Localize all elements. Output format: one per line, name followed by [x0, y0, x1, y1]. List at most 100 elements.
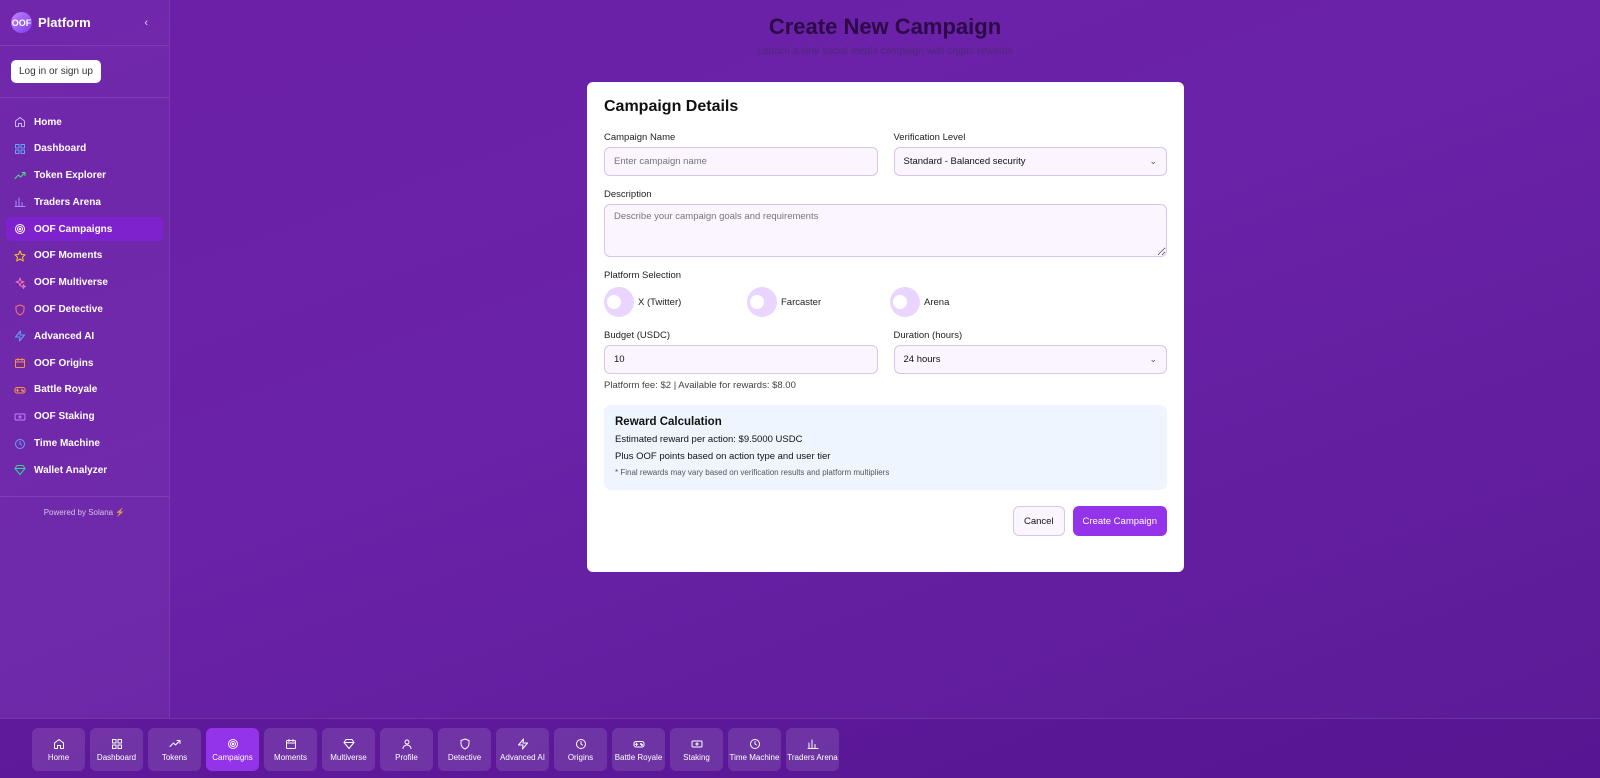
sidebar-item-label: OOF Campaigns [34, 223, 113, 235]
budget-label: Budget (USDC) [604, 330, 670, 341]
bottom-nav-label: Moments [274, 752, 307, 762]
sidebar-item-label: Wallet Analyzer [34, 464, 108, 476]
bottom-nav-label: Advanced AI [500, 752, 545, 762]
sidebar-item-label: OOF Moments [34, 250, 103, 262]
ticket-icon [14, 413, 26, 421]
clock-icon [749, 738, 760, 749]
sidebar-item-home[interactable]: Home [6, 110, 163, 134]
sidebar-item-time-machine[interactable]: Time Machine [6, 432, 163, 456]
sidebar-item-label: Time Machine [34, 438, 100, 450]
sidebar-nav: Home Dashboard Token Explorer Traders Arena… [0, 98, 169, 482]
sidebar-item-label: OOF Multiverse [34, 277, 108, 289]
platform-toggle[interactable] [890, 287, 920, 317]
platform-option: X (Twitter) [604, 287, 747, 317]
grid-icon [111, 738, 122, 749]
bottom-nav-label: Battle Royale [614, 752, 663, 762]
page-title: Create New Campaign [768, 14, 1002, 39]
zap-icon [517, 738, 528, 749]
bottom-nav-label: Time Machine [729, 752, 780, 762]
sidebar-item-oof-moments[interactable]: OOF Moments [6, 244, 163, 268]
campaign-name-label: Campaign Name [604, 132, 676, 143]
sidebar-item-label: Token Explorer [34, 170, 107, 182]
platform-label-text: Farcaster [781, 296, 822, 308]
bottom-nav-campaigns[interactable]: Campaigns [206, 728, 259, 771]
platform-option: Farcaster [747, 287, 890, 317]
bottom-nav-advanced-ai[interactable]: Advanced AI [496, 728, 549, 771]
reward-title: Reward Calculation [615, 416, 722, 428]
clock-icon [15, 438, 25, 449]
page-subtitle: Launch a viral social media campaign wit… [757, 46, 1013, 57]
campaign-name-input[interactable] [604, 147, 878, 176]
sidebar-item-oof-origins[interactable]: OOF Origins [6, 351, 163, 375]
bottom-nav-moments[interactable]: Moments [264, 728, 317, 771]
sidebar-item-label: OOF Origins [34, 357, 94, 369]
verification-select[interactable]: Standard - Balanced security ⌄ [893, 147, 1167, 176]
sidebar-item-battle-royale[interactable]: Battle Royale [6, 378, 163, 402]
sidebar-item-oof-campaigns[interactable]: OOF Campaigns [6, 217, 163, 242]
bottom-nav-detective[interactable]: Detective [438, 728, 491, 771]
description-textarea[interactable] [604, 204, 1167, 257]
duration-select[interactable]: 24 hours ⌄ [893, 345, 1167, 374]
bottom-nav-label: Home [47, 752, 70, 762]
clock-icon [575, 738, 586, 749]
bar-chart-icon [807, 739, 818, 749]
budget-input[interactable] [604, 345, 878, 374]
cancel-button[interactable]: Cancel [1012, 506, 1065, 536]
sidebar-item-advanced-ai[interactable]: Advanced AI [6, 324, 163, 348]
bottom-nav-home[interactable]: Home [32, 728, 85, 771]
user-icon [402, 739, 411, 749]
sidebar-item-dashboard[interactable]: Dashboard [6, 137, 163, 161]
bottom-nav-origins[interactable]: Origins [554, 728, 607, 771]
verification-value: Standard - Balanced security [903, 156, 1026, 167]
verification-label: Verification Level [893, 132, 966, 143]
sidebar-item-traders-arena[interactable]: Traders Arena [6, 190, 163, 214]
sidebar-item-oof-multiverse[interactable]: OOF Multiverse [6, 271, 163, 295]
gem-icon [343, 738, 354, 749]
bottom-nav-multiverse[interactable]: Multiverse [322, 728, 375, 771]
chevron-down-icon: ⌄ [1149, 354, 1157, 364]
create-campaign-button[interactable]: Create Campaign [1072, 506, 1167, 536]
chevron-down-icon: ⌄ [1149, 156, 1157, 166]
bottom-nav-time-machine[interactable]: Time Machine [728, 728, 781, 771]
bottom-nav-profile[interactable]: Profile [380, 728, 433, 771]
reward-calculation: Reward Calculation Estimated reward per … [604, 405, 1167, 490]
bottom-nav: Home Dashboard Tokens Campaigns Moments Multi… [0, 718, 1600, 778]
target-icon [15, 224, 25, 235]
shield-icon [15, 304, 25, 316]
star-icon [14, 250, 26, 262]
ticket-icon [691, 740, 702, 747]
duration-value: 24 hours [903, 354, 941, 365]
bottom-nav-traders-arena[interactable]: Traders Arena [786, 728, 839, 771]
reward-note: * Final rewards may vary based on verifi… [615, 468, 890, 477]
bottom-nav-label: Profile [395, 752, 418, 762]
sidebar-item-oof-staking[interactable]: OOF Staking [6, 405, 163, 429]
bottom-nav-dashboard[interactable]: Dashboard [90, 728, 143, 771]
sidebar-item-label: Battle Royale [34, 384, 98, 396]
bottom-nav-label: Detective [447, 752, 482, 762]
fee-text: Platform fee: $2 | Available for rewards… [604, 380, 796, 391]
bottom-nav-tokens[interactable]: Tokens [148, 728, 201, 771]
bottom-nav-label: Tokens [161, 752, 188, 762]
login-button[interactable]: Log in or sign up [11, 60, 101, 83]
sidebar-item-wallet-analyzer[interactable]: Wallet Analyzer [6, 458, 163, 482]
collapse-sidebar-button[interactable]: ‹ [144, 17, 148, 29]
home-icon [53, 738, 64, 749]
sidebar-item-token-explorer[interactable]: Token Explorer [6, 164, 163, 188]
bottom-nav-label: Origins [567, 752, 594, 762]
sidebar-item-oof-detective[interactable]: OOF Detective [6, 298, 163, 322]
platform-toggle[interactable] [604, 287, 634, 317]
trending-up-icon [14, 171, 26, 179]
platform-label-text: X (Twitter) [638, 296, 682, 308]
bottom-nav-label: Campaigns [212, 752, 253, 762]
sidebar: OOF Platform ‹ Log in or sign up Home Das… [0, 0, 170, 718]
bottom-nav-battle-royale[interactable]: Battle Royale [612, 728, 665, 771]
sidebar-item-label: Home [34, 116, 62, 128]
platform-toggle[interactable] [747, 287, 777, 317]
form-title: Campaign Details [604, 98, 739, 115]
bottom-nav-staking[interactable]: Staking [670, 728, 723, 771]
calendar-icon [15, 358, 25, 369]
shield-icon [460, 738, 469, 749]
home-icon [15, 117, 25, 127]
bar-chart-icon [14, 197, 26, 208]
bottom-nav-label: Dashboard [96, 752, 137, 762]
